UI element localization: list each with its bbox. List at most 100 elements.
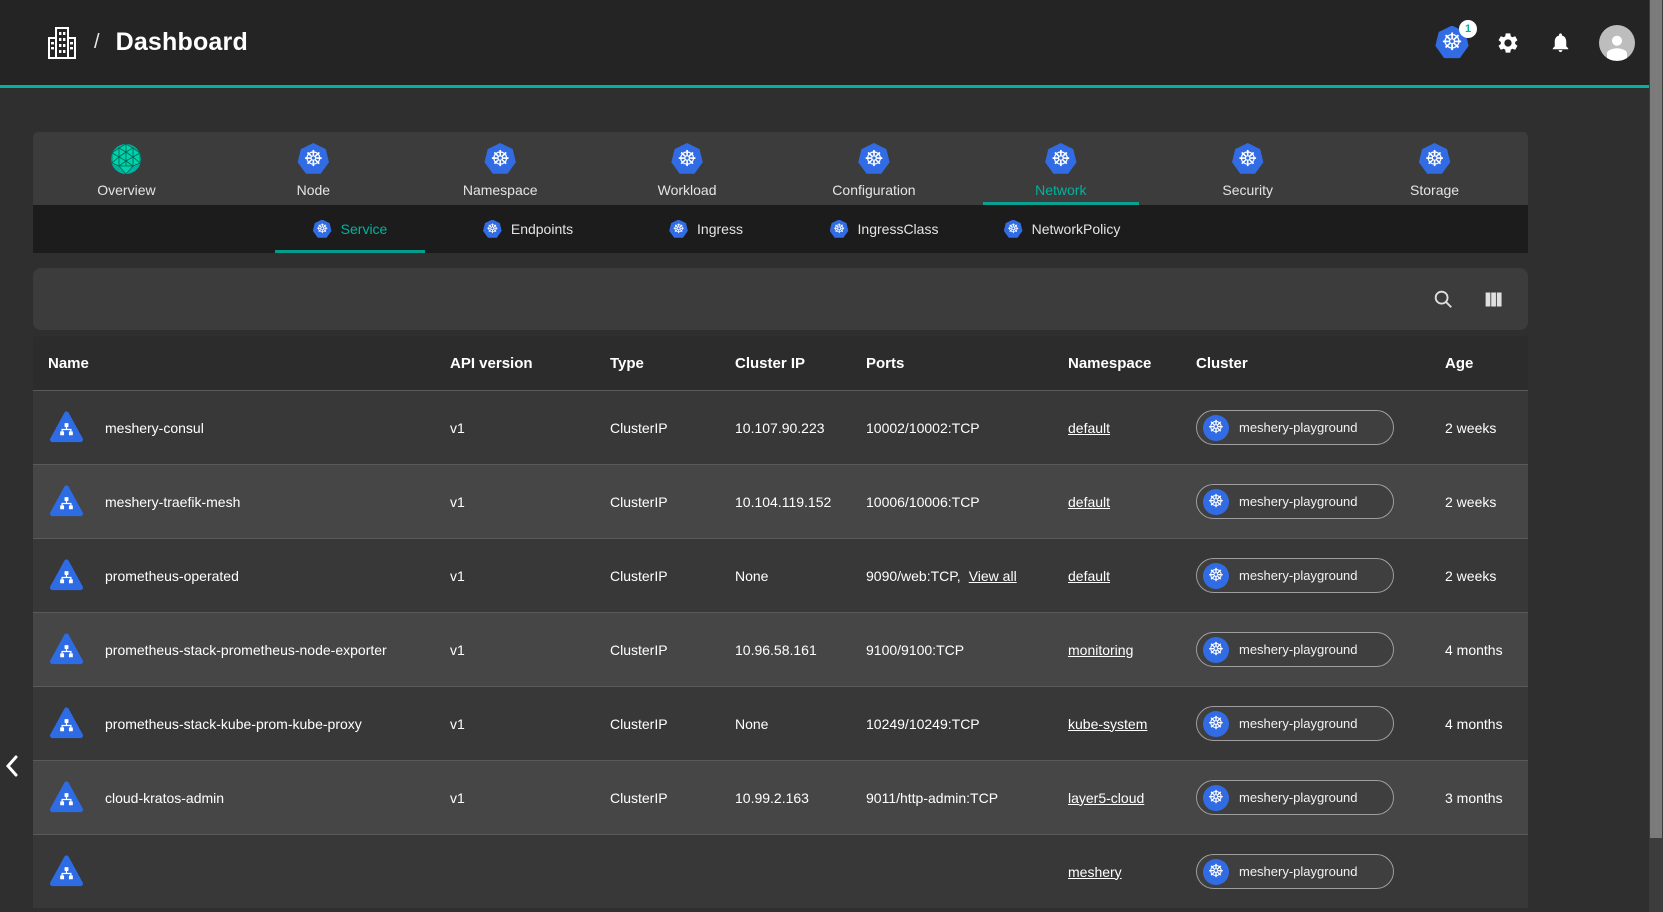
search-icon[interactable]: [1430, 286, 1456, 312]
column-header-cluster[interactable]: Cluster: [1196, 355, 1445, 372]
cluster-ip: 10.96.58.161: [735, 642, 866, 658]
service-type: ClusterIP: [610, 568, 735, 584]
age: 4 months: [1445, 642, 1528, 658]
cluster-ip: 10.107.90.223: [735, 420, 866, 436]
page-title: Dashboard: [116, 28, 248, 57]
subtab-networkpolicy[interactable]: ☸ NetworkPolicy: [973, 205, 1151, 253]
service-name: meshery-consul: [105, 420, 204, 436]
breadcrumb-separator: /: [94, 31, 100, 54]
subtab-label: Endpoints: [511, 221, 573, 237]
context-count-badge: 1: [1459, 20, 1477, 38]
tab-overview[interactable]: Overview: [33, 132, 220, 205]
tab-workload[interactable]: ☸ Workload: [594, 132, 781, 205]
service-type: ClusterIP: [610, 790, 735, 806]
namespace-link[interactable]: meshery: [1068, 864, 1122, 880]
cluster-chip[interactable]: ☸ meshery-playground: [1196, 706, 1394, 741]
table-row[interactable]: prometheus-operated v1 ClusterIP None 90…: [33, 538, 1528, 612]
api-version: v1: [450, 642, 610, 658]
namespace-link[interactable]: default: [1068, 420, 1110, 436]
column-header-type[interactable]: Type: [610, 355, 735, 372]
cluster-chip[interactable]: ☸ meshery-playground: [1196, 780, 1394, 815]
column-header-namespace[interactable]: Namespace: [1068, 355, 1196, 372]
service-icon: [48, 706, 85, 741]
column-header-age[interactable]: Age: [1445, 355, 1528, 372]
view-all-link[interactable]: View all: [969, 568, 1017, 584]
tab-namespace[interactable]: ☸ Namespace: [407, 132, 594, 205]
tab-label: Configuration: [832, 182, 915, 198]
service-type: ClusterIP: [610, 642, 735, 658]
ports: 9090/web:TCP,: [866, 568, 961, 584]
column-header-api-version[interactable]: API version: [450, 355, 610, 372]
cluster-chip[interactable]: ☸ meshery-playground: [1196, 632, 1394, 667]
kubernetes-icon: ☸: [1203, 785, 1229, 811]
table-row[interactable]: meshery-consul v1 ClusterIP 10.107.90.22…: [33, 390, 1528, 464]
settings-gear-icon[interactable]: [1495, 30, 1521, 56]
tab-label: Security: [1222, 182, 1273, 198]
age: 2 weeks: [1445, 494, 1528, 510]
kubernetes-icon: ☸: [1419, 143, 1451, 175]
tab-label: Workload: [658, 182, 717, 198]
subtab-ingress[interactable]: ☸ Ingress: [617, 205, 795, 253]
cluster-chip[interactable]: ☸ meshery-playground: [1196, 410, 1394, 445]
service-icon: [48, 854, 85, 889]
user-avatar[interactable]: [1599, 25, 1635, 61]
subtab-endpoints[interactable]: ☸ Endpoints: [439, 205, 617, 253]
cluster-name: meshery-playground: [1239, 568, 1358, 583]
view-columns-icon[interactable]: [1480, 286, 1506, 312]
kubernetes-icon: ☸: [483, 220, 502, 239]
service-name: prometheus-stack-prometheus-node-exporte…: [105, 642, 387, 658]
organization-icon[interactable]: [46, 25, 78, 61]
subtab-service[interactable]: ☸ Service: [261, 205, 439, 253]
service-name: meshery-traefik-mesh: [105, 494, 240, 510]
table-row[interactable]: cloud-kratos-admin v1 ClusterIP 10.99.2.…: [33, 760, 1528, 834]
kubernetes-icon: ☸: [1203, 711, 1229, 737]
age: 2 weeks: [1445, 568, 1528, 584]
column-header-ports[interactable]: Ports: [866, 355, 1068, 372]
kubernetes-icon: ☸: [313, 220, 332, 239]
ports: 10249/10249:TCP: [866, 716, 980, 732]
service-icon: [48, 632, 85, 667]
column-header-name[interactable]: Name: [33, 355, 450, 372]
tab-configuration[interactable]: ☸ Configuration: [781, 132, 968, 205]
scrollbar-thumb[interactable]: [1650, 0, 1662, 838]
tab-storage[interactable]: ☸ Storage: [1341, 132, 1528, 205]
subtab-label: IngressClass: [858, 221, 939, 237]
tab-security[interactable]: ☸ Security: [1154, 132, 1341, 205]
column-header-cluster-ip[interactable]: Cluster IP: [735, 355, 866, 372]
kubernetes-icon: ☸: [1203, 489, 1229, 515]
service-name: prometheus-operated: [105, 568, 239, 584]
cluster-chip[interactable]: ☸ meshery-playground: [1196, 558, 1394, 593]
cluster-name: meshery-playground: [1239, 716, 1358, 731]
services-table: Name API version Type Cluster IP Ports N…: [33, 336, 1528, 912]
cluster-ip: 10.104.119.152: [735, 494, 866, 510]
subtab-ingressclass[interactable]: ☸ IngressClass: [795, 205, 973, 253]
namespace-link[interactable]: monitoring: [1068, 642, 1133, 658]
tab-network[interactable]: ☸ Network: [967, 132, 1154, 205]
table-row[interactable]: meshery ☸ meshery-playground: [33, 834, 1528, 908]
kubernetes-context-button[interactable]: ☸ 1: [1435, 26, 1469, 60]
sidebar-collapse-button[interactable]: [1, 751, 23, 781]
kubernetes-icon: ☸: [1232, 143, 1264, 175]
cluster-ip: 10.99.2.163: [735, 790, 866, 806]
table-row[interactable]: prometheus-stack-prometheus-node-exporte…: [33, 612, 1528, 686]
namespace-link[interactable]: default: [1068, 568, 1110, 584]
tab-node[interactable]: ☸ Node: [220, 132, 407, 205]
kubernetes-icon: ☸: [1004, 220, 1023, 239]
kubernetes-icon: ☸: [1203, 415, 1229, 441]
notifications-bell-icon[interactable]: [1547, 30, 1573, 56]
table-row[interactable]: prometheus-stack-kube-prom-kube-proxy v1…: [33, 686, 1528, 760]
table-row[interactable]: meshery-traefik-mesh v1 ClusterIP 10.104…: [33, 464, 1528, 538]
namespace-link[interactable]: layer5-cloud: [1068, 790, 1144, 806]
service-name: prometheus-stack-kube-prom-kube-proxy: [105, 716, 362, 732]
cluster-chip[interactable]: ☸ meshery-playground: [1196, 854, 1394, 889]
tab-label: Namespace: [463, 182, 538, 198]
ports: 9011/http-admin:TCP: [866, 790, 998, 806]
namespace-link[interactable]: kube-system: [1068, 716, 1147, 732]
namespace-link[interactable]: default: [1068, 494, 1110, 510]
service-icon: [48, 780, 85, 815]
cluster-chip[interactable]: ☸ meshery-playground: [1196, 484, 1394, 519]
scrollbar-track[interactable]: [1649, 0, 1663, 912]
tab-label: Network: [1035, 182, 1086, 198]
table-header-row: Name API version Type Cluster IP Ports N…: [33, 336, 1528, 390]
api-version: v1: [450, 716, 610, 732]
